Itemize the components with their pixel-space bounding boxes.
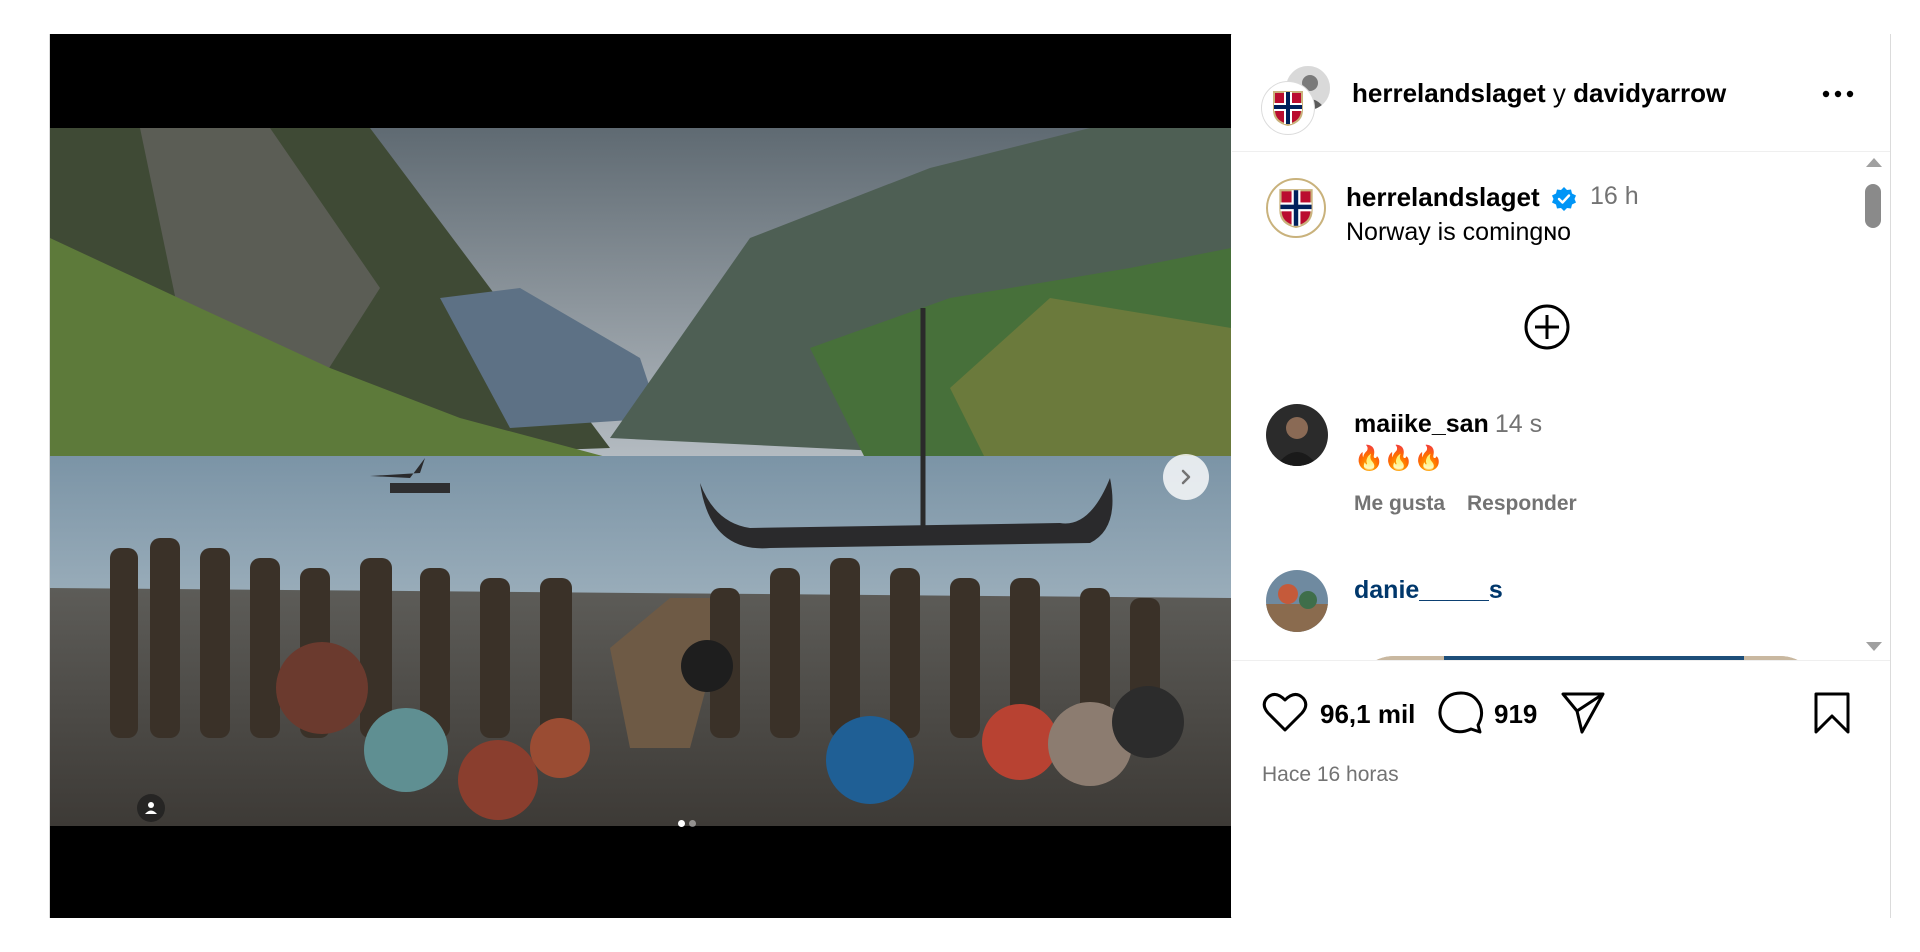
tagged-users-button[interactable] bbox=[137, 794, 165, 822]
like-button[interactable] bbox=[1262, 691, 1308, 738]
norway-crest-icon bbox=[1273, 91, 1303, 126]
heart-icon bbox=[1262, 693, 1308, 732]
share-button[interactable] bbox=[1560, 691, 1606, 740]
carousel-dot-active bbox=[678, 820, 685, 827]
comments-list[interactable]: herrelandslaget 16 h Norway is comingɴᴏ bbox=[1232, 152, 1890, 660]
next-slide-button[interactable] bbox=[1163, 454, 1209, 500]
post-header: herrelandslaget y davidyarrow bbox=[1232, 34, 1890, 152]
save-button[interactable] bbox=[1812, 691, 1852, 740]
post-sidebar: herrelandslaget y davidyarrow herrelands… bbox=[1232, 34, 1890, 918]
header-username-1[interactable]: herrelandslaget bbox=[1352, 78, 1546, 108]
carousel-indicator bbox=[678, 820, 696, 827]
scroll-up-arrow-icon[interactable] bbox=[1866, 158, 1882, 167]
comment-username[interactable]: danie_____s bbox=[1354, 576, 1503, 605]
comments-scrollbar[interactable] bbox=[1862, 152, 1884, 660]
scrollbar-thumb[interactable] bbox=[1865, 184, 1881, 228]
post-timestamp[interactable]: Hace 16 horas bbox=[1262, 763, 1399, 787]
vikings-fjord-photo bbox=[50, 128, 1231, 826]
bookmark-icon bbox=[1814, 692, 1850, 734]
post-header-title: herrelandslaget y davidyarrow bbox=[1352, 78, 1726, 109]
send-icon bbox=[1561, 692, 1605, 734]
comment-button[interactable] bbox=[1438, 691, 1484, 740]
collab-avatars[interactable] bbox=[1262, 64, 1332, 134]
avatar-photo bbox=[1266, 570, 1328, 632]
header-conjunction: y bbox=[1552, 78, 1566, 108]
chevron-right-icon bbox=[1181, 469, 1191, 485]
scroll-down-arrow-icon[interactable] bbox=[1866, 642, 1882, 651]
comment-avatar[interactable] bbox=[1266, 570, 1328, 632]
avatar-herrelandslaget[interactable] bbox=[1262, 82, 1314, 134]
more-options-button[interactable] bbox=[1818, 74, 1858, 114]
post-photo bbox=[50, 128, 1231, 826]
more-horizontal-icon bbox=[1822, 90, 1854, 98]
post-media bbox=[50, 34, 1231, 918]
comments-count: 919 bbox=[1494, 699, 1538, 729]
person-icon bbox=[145, 802, 157, 814]
comment-bubble-icon bbox=[1438, 691, 1484, 734]
comment-item: danie_____s bbox=[1232, 152, 1852, 660]
header-username-2[interactable]: davidyarrow bbox=[1573, 78, 1726, 108]
carousel-dot bbox=[689, 820, 696, 827]
likes-count[interactable]: 96,1 mil bbox=[1320, 699, 1415, 730]
post-actions: 96,1 mil 919 Hace 16 horas bbox=[1232, 660, 1890, 918]
